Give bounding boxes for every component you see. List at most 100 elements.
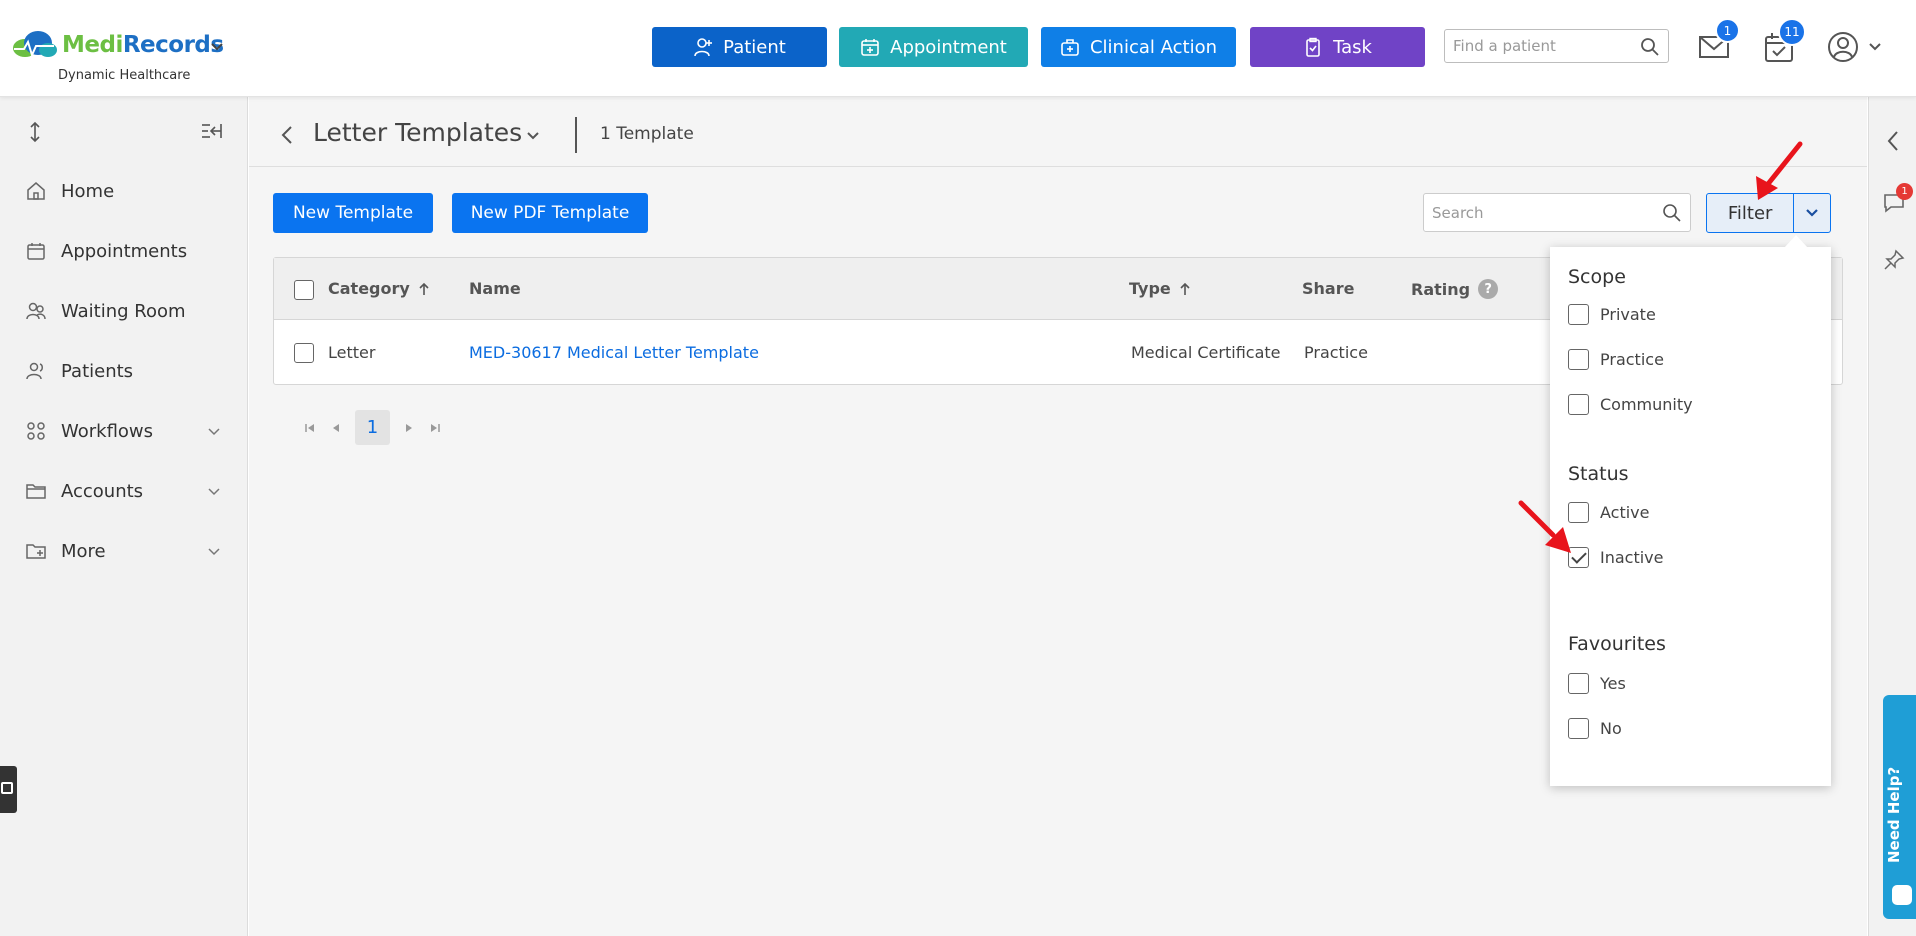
sidebar-item-patients[interactable]: Patients <box>0 349 248 393</box>
sidebar-item-appointments[interactable]: Appointments <box>0 229 248 273</box>
search-icon[interactable] <box>1640 37 1660 57</box>
status-heading: Status <box>1568 463 1629 485</box>
scope-private-option[interactable]: Private <box>1568 304 1656 325</box>
help-icon[interactable]: ? <box>1478 279 1499 299</box>
template-count: 1 Template <box>600 124 694 144</box>
annotation-arrow-inactive <box>1518 500 1571 553</box>
status-active-option[interactable]: Active <box>1568 502 1650 523</box>
select-all-checkbox[interactable] <box>294 280 314 300</box>
page-number-current[interactable]: 1 <box>355 410 390 445</box>
chat-badge: 1 <box>1896 183 1913 200</box>
sidebar-item-label: Home <box>61 180 115 202</box>
workflow-icon <box>27 422 45 440</box>
mail-badge: 1 <box>1715 18 1740 43</box>
checkbox[interactable] <box>1568 349 1589 370</box>
logo-subtitle: Dynamic Healthcare <box>58 68 191 83</box>
first-page-icon[interactable] <box>297 415 323 441</box>
next-page-icon[interactable] <box>396 415 422 441</box>
patient-button-label: Patient <box>723 36 786 58</box>
calendar-badge: 11 <box>1778 18 1806 46</box>
collapse-sidebar-icon[interactable] <box>200 121 222 141</box>
template-search-field[interactable] <box>1423 193 1691 232</box>
chevron-down-icon[interactable] <box>525 128 541 144</box>
sidebar-item-label: Accounts <box>61 480 144 502</box>
chevron-down-icon[interactable] <box>1868 40 1882 54</box>
checkbox[interactable] <box>1568 673 1589 694</box>
people-icon <box>26 302 46 320</box>
patients-icon <box>26 362 43 380</box>
pin-icon[interactable] <box>1883 249 1905 271</box>
last-page-icon[interactable] <box>422 415 448 441</box>
sidebar-item-more[interactable]: More <box>0 529 248 573</box>
sidebar-item-label: Workflows <box>61 420 154 442</box>
chevron-down-icon[interactable] <box>207 484 221 498</box>
clipboard-check-icon <box>1306 37 1320 57</box>
filter-dropdown-panel: Scope Private Practice Community Status … <box>1550 247 1831 786</box>
find-patient-input[interactable] <box>1445 30 1630 62</box>
screen-icon <box>1 782 13 794</box>
page-title[interactable]: Letter Templates <box>313 118 522 147</box>
sidebar-item-label: Waiting Room <box>61 300 186 322</box>
checkbox[interactable] <box>1568 718 1589 739</box>
column-header-name[interactable]: Name <box>469 279 521 298</box>
patient-button[interactable]: Patient <box>652 27 827 67</box>
sidebar: Home Appointments Waiting Room Patients … <box>0 97 248 936</box>
chevron-down-icon <box>1806 209 1818 217</box>
title-divider <box>575 117 577 153</box>
favourites-yes-option[interactable]: Yes <box>1568 673 1626 694</box>
chevron-down-icon[interactable] <box>210 40 224 54</box>
template-search-input[interactable] <box>1424 194 1644 231</box>
task-button-label: Task <box>1333 36 1372 58</box>
checkbox[interactable] <box>1568 394 1589 415</box>
pagination: 1 <box>297 410 448 445</box>
scope-heading: Scope <box>1568 266 1626 288</box>
chevron-down-icon[interactable] <box>207 544 221 558</box>
app-logo[interactable]: MediRecords <box>10 28 224 62</box>
user-avatar-icon[interactable] <box>1826 30 1860 64</box>
column-header-category[interactable]: Category <box>328 279 430 298</box>
chevron-down-icon[interactable] <box>207 424 221 438</box>
scope-practice-option[interactable]: Practice <box>1568 349 1664 370</box>
sidebar-item-label: Appointments <box>61 240 188 262</box>
favourites-no-option[interactable]: No <box>1568 718 1622 739</box>
sidebar-item-accounts[interactable]: Accounts <box>0 469 248 513</box>
search-icon[interactable] <box>1662 203 1682 223</box>
appointment-button-label: Appointment <box>890 36 1007 58</box>
column-header-type[interactable]: Type <box>1129 279 1191 298</box>
find-patient-field[interactable] <box>1444 29 1669 63</box>
add-person-icon <box>694 38 713 57</box>
new-template-button[interactable]: New Template <box>273 193 433 233</box>
new-pdf-template-button[interactable]: New PDF Template <box>452 193 648 233</box>
sidebar-item-workflows[interactable]: Workflows <box>0 409 248 453</box>
status-inactive-option[interactable]: Inactive <box>1568 547 1664 568</box>
need-help-label: Need Help? <box>1885 766 1903 863</box>
expand-panel-chevron-icon[interactable] <box>1885 129 1901 153</box>
previous-page-icon[interactable] <box>323 415 349 441</box>
sidebar-item-waiting-room[interactable]: Waiting Room <box>0 289 248 333</box>
row-category: Letter <box>328 343 376 362</box>
need-help-tab[interactable]: Need Help? <box>1883 695 1916 919</box>
resize-vertical-icon[interactable] <box>26 121 44 143</box>
side-widget-tab[interactable] <box>0 766 17 813</box>
column-header-rating[interactable]: Rating ? <box>1411 279 1499 299</box>
clinical-action-button[interactable]: Clinical Action <box>1041 27 1236 67</box>
sidebar-item-home[interactable]: Home <box>0 169 248 213</box>
scope-community-option[interactable]: Community <box>1568 394 1693 415</box>
row-checkbox[interactable] <box>294 343 314 363</box>
dropdown-notch <box>1784 235 1808 248</box>
chat-bubble-icon <box>1892 885 1912 905</box>
column-header-share[interactable]: Share <box>1302 279 1354 298</box>
checkbox[interactable] <box>1568 304 1589 325</box>
logo-wordmark: MediRecords <box>62 32 224 58</box>
row-type: Medical Certificate <box>1131 343 1281 362</box>
back-chevron-icon[interactable] <box>279 124 295 146</box>
row-name-link[interactable]: MED-30617 Medical Letter Template <box>469 343 759 362</box>
task-button[interactable]: Task <box>1250 27 1425 67</box>
sort-ascending-icon <box>419 282 429 295</box>
folder-plus-icon <box>26 544 46 559</box>
home-icon <box>27 182 45 200</box>
appointment-button[interactable]: Appointment <box>839 27 1028 67</box>
sidebar-item-label: Patients <box>61 360 134 382</box>
row-share: Practice <box>1304 343 1368 362</box>
calendar-icon <box>27 243 45 260</box>
